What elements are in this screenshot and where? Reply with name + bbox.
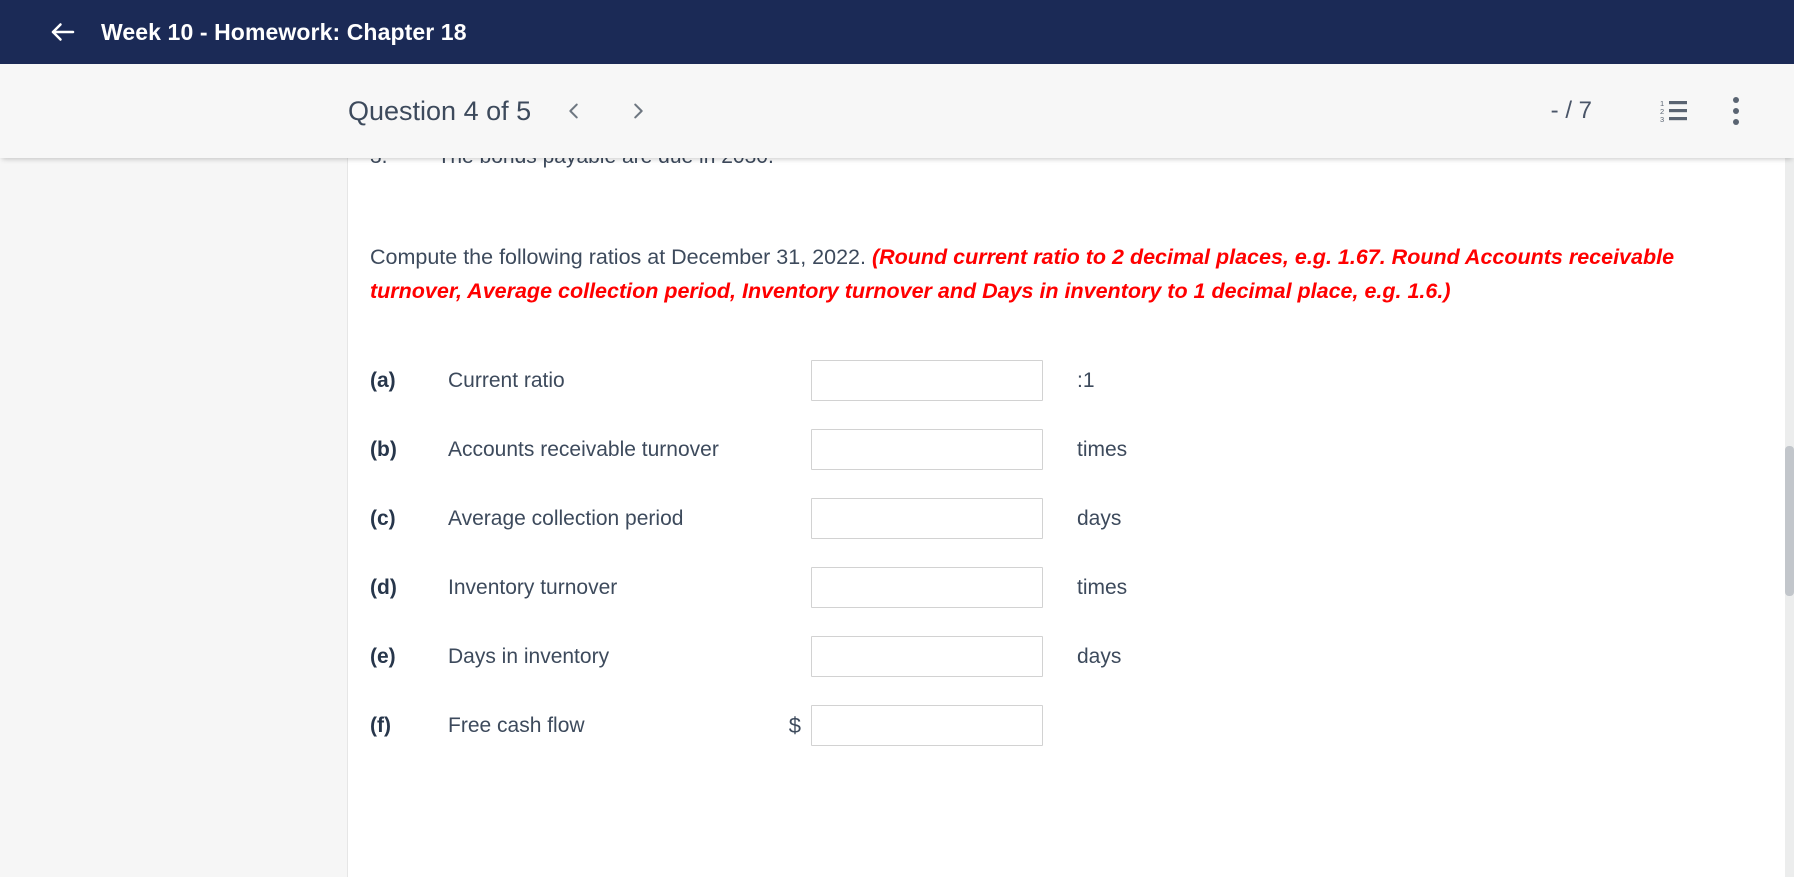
answer-input-d[interactable] [811,567,1043,608]
svg-text:3: 3 [1660,115,1664,124]
currency-symbol: $ [788,712,801,738]
answer-input-e[interactable] [811,636,1043,677]
answer-rows: (a) Current ratio :1 (b) Accounts receiv… [370,346,1794,760]
arrow-left-icon[interactable] [46,15,80,49]
row-label: Free cash flow [448,713,585,737]
body-region: 3. The bonds payable are due in 2030. Co… [0,158,1794,877]
row-label: Days in inventory [448,644,610,668]
question-toolbar-actions: - / 7 1 2 3 [1551,89,1758,133]
row-letter: (d) [370,575,397,599]
answer-input-c[interactable] [811,498,1043,539]
chevron-right-icon[interactable] [617,90,659,132]
table-row: (e) Days in inventory days [370,622,1794,691]
table-row: (c) Average collection period days [370,484,1794,553]
row-label: Current ratio [448,368,565,392]
clipped-scrolled-item: 3. The bonds payable are due in 2030. [370,158,774,169]
question-toolbar: Question 4 of 5 - / 7 1 2 3 [0,64,1794,158]
left-sidebar [0,158,348,877]
vertical-scrollbar[interactable] [1785,158,1794,877]
table-row: (a) Current ratio :1 [370,346,1794,415]
instruction-main-text: Compute the following ratios at December… [370,245,872,269]
row-label: Accounts receivable turnover [448,437,719,461]
table-row: (d) Inventory turnover times [370,553,1794,622]
row-letter: (b) [370,437,397,461]
table-row: (b) Accounts receivable turnover times [370,415,1794,484]
answer-input-b[interactable] [811,429,1043,470]
instruction-paragraph: Compute the following ratios at December… [370,240,1690,308]
row-letter: (c) [370,506,396,530]
row-label: Average collection period [448,506,684,530]
app-header: Week 10 - Homework: Chapter 18 [0,0,1794,64]
row-letter: (e) [370,644,396,668]
score-display: - / 7 [1550,97,1592,124]
row-unit: days [1077,506,1122,530]
question-counter: Question 4 of 5 [348,95,532,126]
scrollbar-thumb[interactable] [1785,445,1794,596]
table-row: (f) Free cash flow $ [370,691,1794,760]
row-unit: days [1077,644,1122,668]
clipped-item-text: The bonds payable are due in 2030. [438,158,774,169]
numbered-list-icon[interactable]: 1 2 3 [1652,89,1696,133]
clipped-item-number: 3. [370,158,388,169]
question-nav-group: Question 4 of 5 [348,90,659,132]
row-label: Inventory turnover [448,575,618,599]
row-letter: (a) [370,368,396,392]
row-letter: (f) [370,713,391,737]
row-unit: times [1077,437,1128,461]
kebab-dots [1733,97,1739,125]
answer-input-f[interactable] [811,705,1043,746]
row-unit: times [1077,575,1128,599]
page-title: Week 10 - Homework: Chapter 18 [101,18,467,45]
chevron-left-icon[interactable] [553,90,595,132]
answer-input-a[interactable] [811,360,1043,401]
question-content-panel: 3. The bonds payable are due in 2030. Co… [348,158,1794,877]
row-unit: :1 [1077,368,1095,392]
more-vertical-icon[interactable] [1714,89,1758,133]
